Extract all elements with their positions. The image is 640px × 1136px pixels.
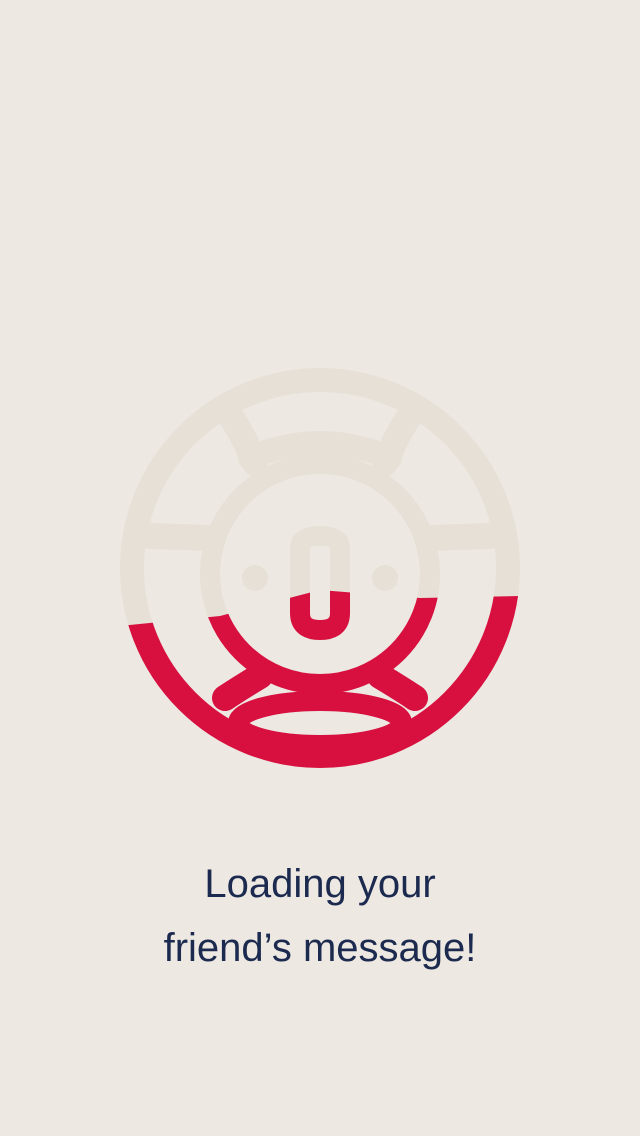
loading-logo [120, 368, 520, 768]
loading-message-line1: Loading your [204, 862, 436, 906]
loading-message: Loading your friend’s message! [0, 852, 640, 980]
koala-loading-icon [120, 368, 520, 768]
loading-message-line2: friend’s message! [163, 926, 477, 970]
